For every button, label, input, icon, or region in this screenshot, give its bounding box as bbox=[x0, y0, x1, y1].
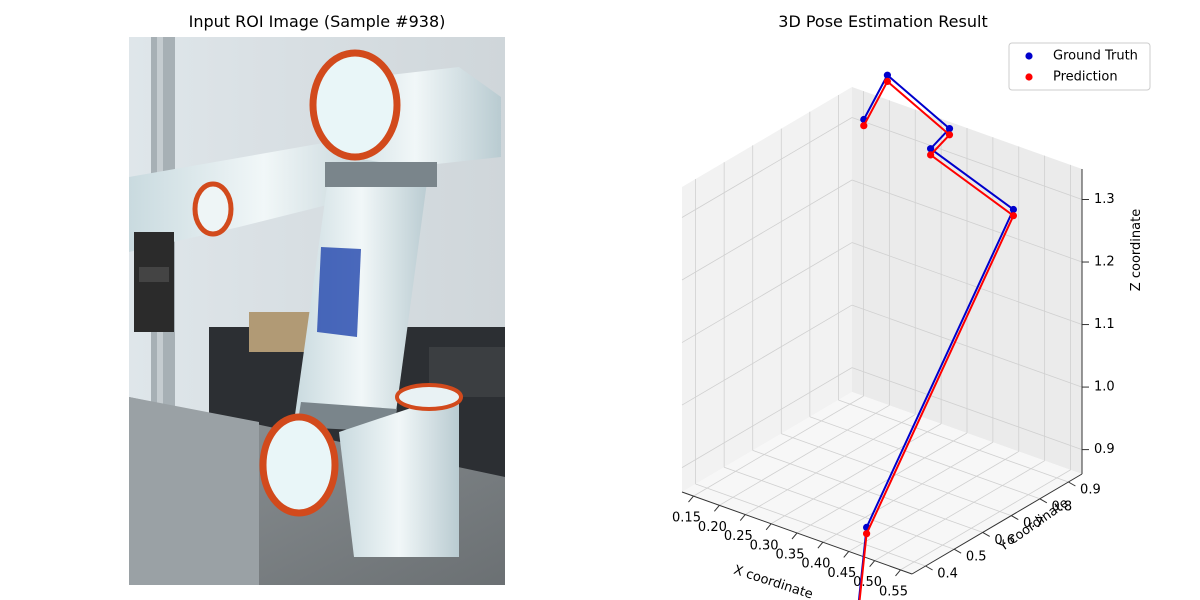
prediction-point bbox=[945, 131, 954, 139]
chart-title: 3D Pose Estimation Result bbox=[778, 12, 988, 31]
x-tick-label: 0.45 bbox=[827, 566, 856, 581]
x-tick-label: 0.15 bbox=[672, 511, 701, 526]
joint-cap-bottom bbox=[259, 413, 339, 517]
ground-truth-point bbox=[945, 125, 954, 133]
z-tick-label: 0.9 bbox=[1094, 442, 1115, 457]
z-tick-label: 1.0 bbox=[1094, 380, 1115, 395]
z-tick-label: 1.1 bbox=[1094, 317, 1115, 332]
x-tick-label: 0.25 bbox=[724, 529, 753, 544]
x-tick-label: 0.40 bbox=[801, 557, 830, 572]
joint-cap-top bbox=[309, 49, 401, 161]
ground-truth-point bbox=[1009, 205, 1017, 214]
y-tick-label: 0.9 bbox=[1080, 483, 1101, 498]
legend-marker-ground-truth bbox=[1025, 52, 1033, 60]
legend-marker-prediction bbox=[1025, 73, 1033, 81]
prediction-point bbox=[860, 122, 868, 130]
z-tick-label: 1.3 bbox=[1094, 192, 1115, 207]
x-tick-label: 0.30 bbox=[750, 538, 779, 553]
y-tick-label: 0.4 bbox=[937, 567, 958, 582]
prediction-point bbox=[927, 151, 935, 159]
prediction-point bbox=[1009, 212, 1017, 220]
ground-truth-point bbox=[883, 71, 891, 79]
input-image-title: Input ROI Image (Sample #938) bbox=[188, 12, 446, 31]
x-tick-label: 0.50 bbox=[853, 575, 882, 590]
legend-label-prediction: Prediction bbox=[1053, 70, 1118, 85]
prediction-point bbox=[863, 530, 871, 538]
z-axis-label: Z coordinate bbox=[1129, 209, 1144, 291]
x-tick-label: 0.35 bbox=[776, 548, 805, 563]
x-tick-label: 0.55 bbox=[879, 584, 908, 599]
prediction-point bbox=[883, 77, 891, 85]
y-tick-label: 0.5 bbox=[966, 550, 987, 565]
pose-3d-plot: 0.150.200.250.300.350.400.450.500.55 0.4 0… bbox=[672, 42, 1151, 600]
legend: Ground Truth Prediction bbox=[1008, 42, 1151, 91]
joint-cap-small bbox=[192, 181, 234, 237]
x-tick-label: 0.20 bbox=[698, 520, 727, 535]
z-tick-label: 1.2 bbox=[1094, 255, 1115, 270]
robot-arm-roi-image bbox=[129, 37, 505, 585]
robot-logo bbox=[317, 247, 361, 337]
legend-label-ground-truth: Ground Truth bbox=[1053, 49, 1138, 64]
